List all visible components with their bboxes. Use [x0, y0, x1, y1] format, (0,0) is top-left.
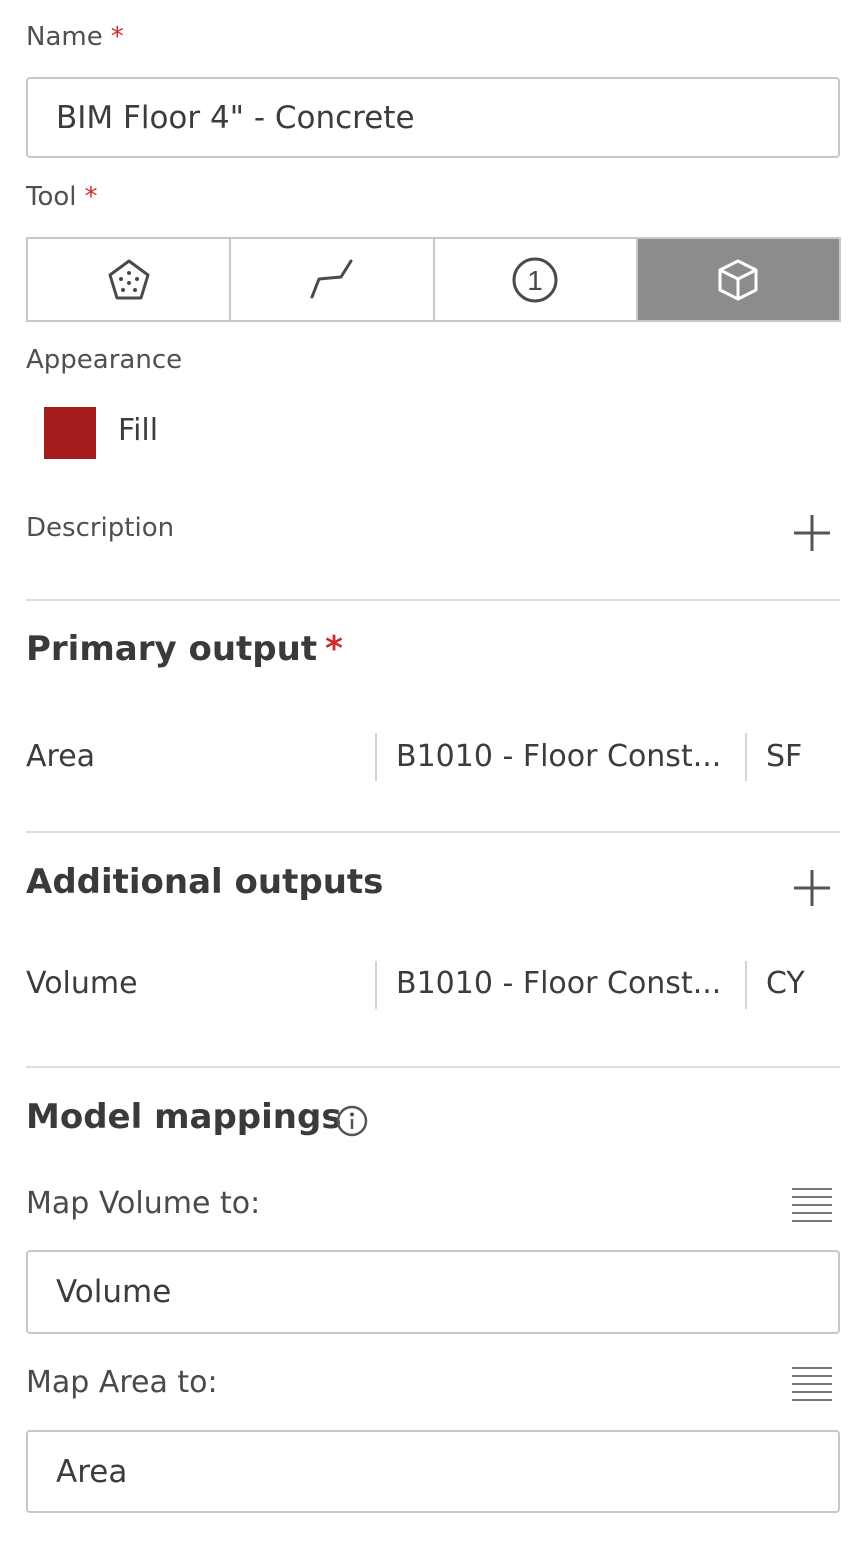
fill-color-swatch[interactable] [44, 407, 96, 459]
required-asterisk: * [84, 182, 98, 212]
primary-output-name: Area [26, 739, 96, 774]
appearance-label: Appearance [26, 345, 183, 375]
tool-count-button[interactable]: 1 [435, 239, 638, 320]
primary-output-heading: Primary output * [26, 629, 343, 669]
additional-output-name: Volume [26, 966, 138, 1001]
map-area-label: Map Area to: [26, 1365, 218, 1400]
column-separator [375, 733, 377, 781]
description-label: Description [26, 513, 175, 543]
model-mappings-heading: Model mappings [26, 1097, 342, 1137]
tool-volume-button[interactable] [637, 239, 839, 320]
count-icon-glyph: 1 [527, 265, 543, 296]
map-area-value: Area [56, 1453, 128, 1490]
add-output-icon[interactable] [792, 868, 832, 908]
map-area-input[interactable]: Area [26, 1430, 840, 1513]
add-description-icon[interactable] [792, 513, 832, 553]
divider [26, 831, 840, 833]
area-polygon-icon [108, 259, 150, 299]
column-separator [745, 961, 747, 1009]
tool-area-button[interactable] [28, 239, 232, 320]
divider [26, 1066, 840, 1068]
linear-polyline-icon [310, 259, 353, 298]
name-input[interactable]: BIM Floor 4" - Concrete [26, 77, 840, 158]
map-volume-label: Map Volume to: [26, 1186, 261, 1221]
info-icon[interactable] [335, 1104, 369, 1138]
list-menu-icon[interactable] [790, 1365, 834, 1405]
primary-output-code-select[interactable]: B1010 - Floor Const... [396, 739, 721, 774]
map-volume-value: Volume [56, 1274, 172, 1310]
name-label: Name * [26, 22, 124, 52]
map-volume-input[interactable]: Volume [26, 1250, 840, 1334]
additional-output-unit-select[interactable]: CY [766, 966, 805, 1001]
additional-outputs-heading: Additional outputs [26, 862, 384, 902]
required-asterisk: * [325, 629, 343, 669]
list-menu-icon[interactable] [790, 1186, 834, 1226]
column-separator [745, 733, 747, 781]
tool-label: Tool * [26, 182, 98, 212]
volume-cube-icon [718, 259, 758, 300]
tool-selector: 1 [26, 237, 841, 322]
tool-linear-button[interactable] [231, 239, 435, 320]
divider [26, 599, 840, 601]
primary-output-unit-select[interactable]: SF [766, 739, 802, 774]
required-asterisk: * [110, 22, 124, 52]
count-icon: 1 [512, 257, 558, 302]
column-separator [375, 961, 377, 1009]
fill-label: Fill [118, 413, 159, 448]
name-input-value: BIM Floor 4" - Concrete [56, 99, 415, 136]
additional-output-code-select[interactable]: B1010 - Floor Const... [396, 966, 721, 1001]
